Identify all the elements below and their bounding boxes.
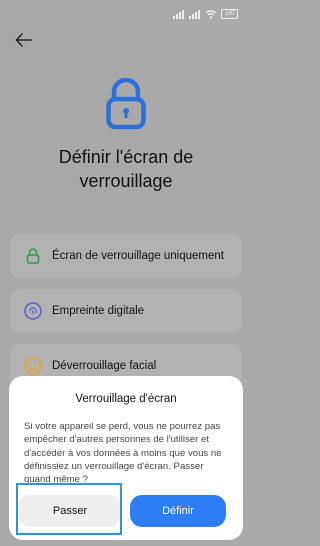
define-button[interactable]: Définir [130,495,226,527]
option-label: Écran de verrouillage uniquement [52,250,224,262]
option-label: Empreinte digitale [52,305,145,317]
dialog-title: Verrouillage d'écran [75,393,177,405]
lock-icon [24,247,42,265]
lock-icon [106,78,146,130]
selection-highlight [16,483,122,535]
option-label: Déverrouillage facial [52,360,157,372]
fingerprint-icon [24,302,42,320]
wifi-icon [205,9,217,19]
battery-icon: 100 [221,9,238,19]
signal-icon [173,9,184,19]
status-bar: 100 [173,8,238,20]
dialog-message: Si votre appareil se perd, vous ne pourr… [24,421,222,486]
back-arrow-icon[interactable] [14,30,34,50]
option-lockscreen-only[interactable]: Écran de verrouillage uniquement [10,234,242,278]
option-fingerprint[interactable]: Empreinte digitale [10,289,242,333]
signal-icon-2 [189,9,200,19]
face-icon [24,357,42,375]
page-title: Définir l'écran de verrouillage [58,147,194,191]
